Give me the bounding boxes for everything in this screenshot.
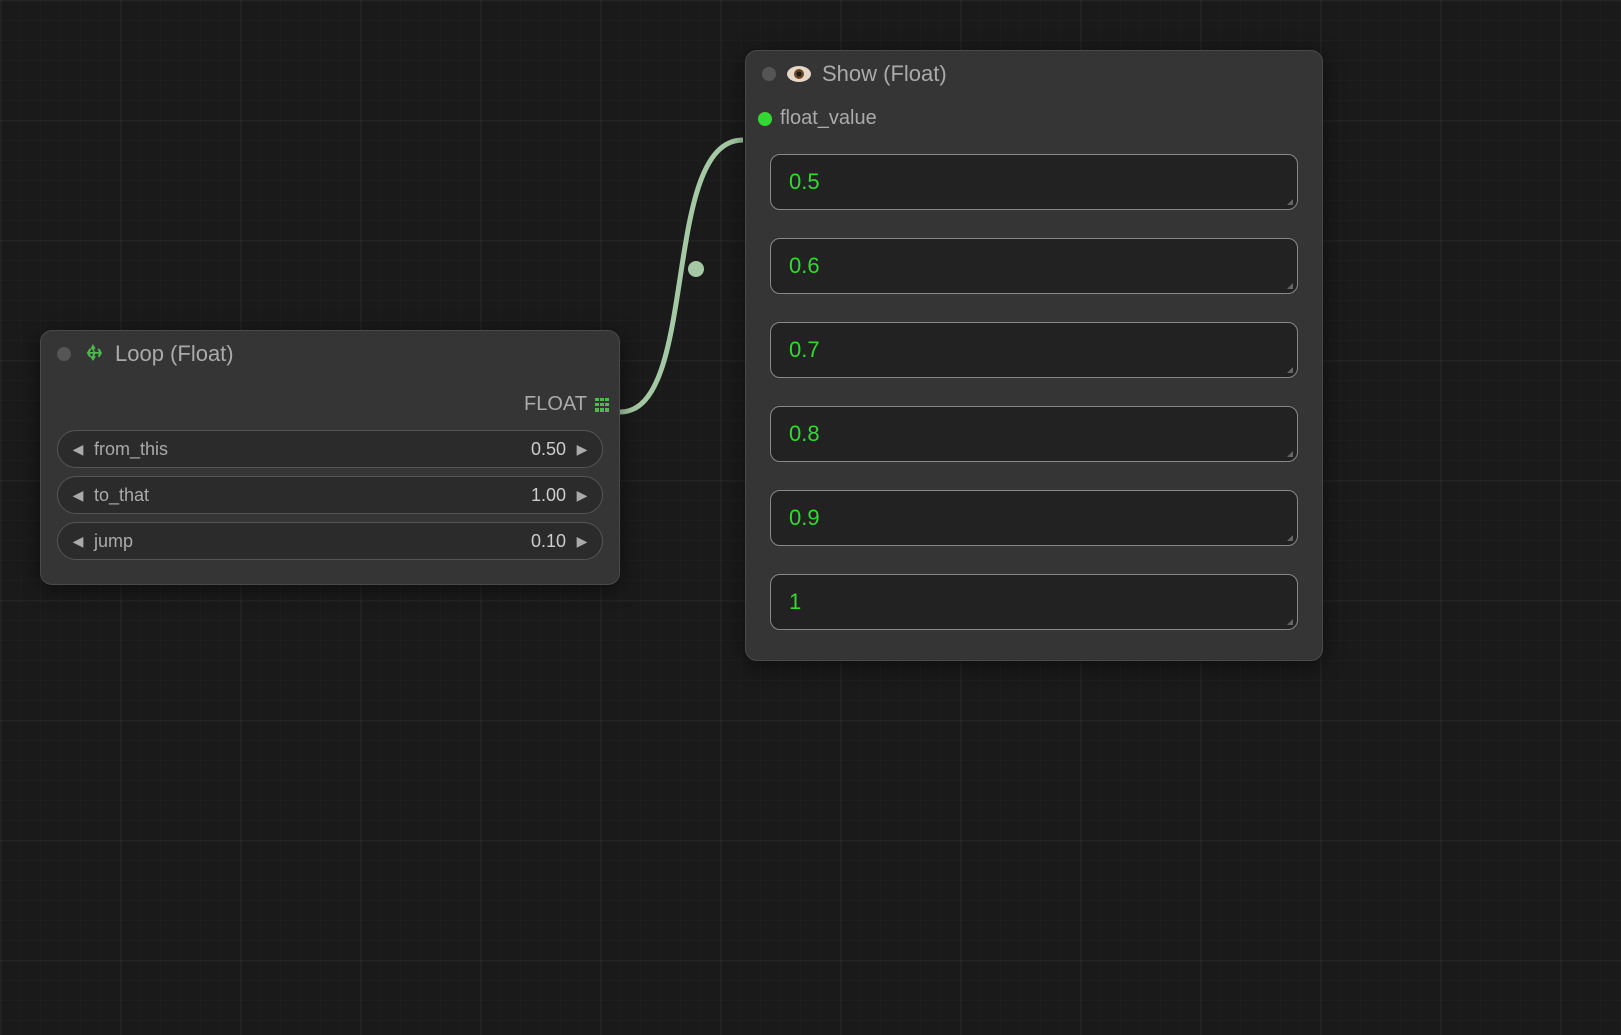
decrement-arrow-icon[interactable]: ◀	[70, 441, 86, 458]
param-value[interactable]: 1.00	[157, 485, 566, 506]
show-float-node[interactable]: Show (Float) float_value 0.5 0.6 0.7 0.8…	[745, 50, 1323, 661]
increment-arrow-icon[interactable]: ▶	[574, 487, 590, 504]
grid-icon	[595, 398, 609, 412]
param-value[interactable]: 0.10	[141, 531, 566, 552]
param-from-this[interactable]: ◀ from_this 0.50 ▶	[57, 430, 603, 468]
value-display[interactable]: 0.5	[770, 154, 1298, 210]
node-header[interactable]: Loop (Float)	[41, 331, 619, 377]
node-title: Loop (Float)	[115, 341, 234, 367]
node-body: FLOAT ◀ from_this 0.50 ▶ ◀ to_that 1.00 …	[41, 377, 619, 584]
param-jump[interactable]: ◀ jump 0.10 ▶	[57, 522, 603, 560]
status-dot-icon	[762, 67, 776, 81]
status-dot-icon	[57, 347, 71, 361]
output-label: FLOAT	[524, 393, 587, 416]
output-row-float[interactable]: FLOAT	[41, 387, 619, 430]
increment-arrow-icon[interactable]: ▶	[574, 533, 590, 550]
recycle-icon	[81, 342, 105, 366]
node-header[interactable]: Show (Float)	[746, 51, 1322, 97]
input-row-float-value[interactable]: float_value	[746, 101, 1322, 140]
decrement-arrow-icon[interactable]: ◀	[70, 533, 86, 550]
param-label: to_that	[94, 485, 149, 506]
value-display[interactable]: 0.9	[770, 490, 1298, 546]
param-label: jump	[94, 531, 133, 552]
loop-float-node[interactable]: Loop (Float) FLOAT ◀ from_this 0.50 ▶ ◀ …	[40, 330, 620, 585]
value-display[interactable]: 0.8	[770, 406, 1298, 462]
input-socket[interactable]	[758, 112, 772, 126]
eye-icon	[786, 65, 812, 83]
param-value[interactable]: 0.50	[176, 439, 566, 460]
value-display[interactable]: 0.7	[770, 322, 1298, 378]
node-body: float_value 0.5 0.6 0.7 0.8 0.9 1	[746, 97, 1322, 660]
decrement-arrow-icon[interactable]: ◀	[70, 487, 86, 504]
increment-arrow-icon[interactable]: ▶	[574, 441, 590, 458]
param-to-that[interactable]: ◀ to_that 1.00 ▶	[57, 476, 603, 514]
value-display[interactable]: 0.6	[770, 238, 1298, 294]
param-label: from_this	[94, 439, 168, 460]
value-display[interactable]: 1	[770, 574, 1298, 630]
input-label: float_value	[780, 107, 877, 130]
node-title: Show (Float)	[822, 61, 947, 87]
